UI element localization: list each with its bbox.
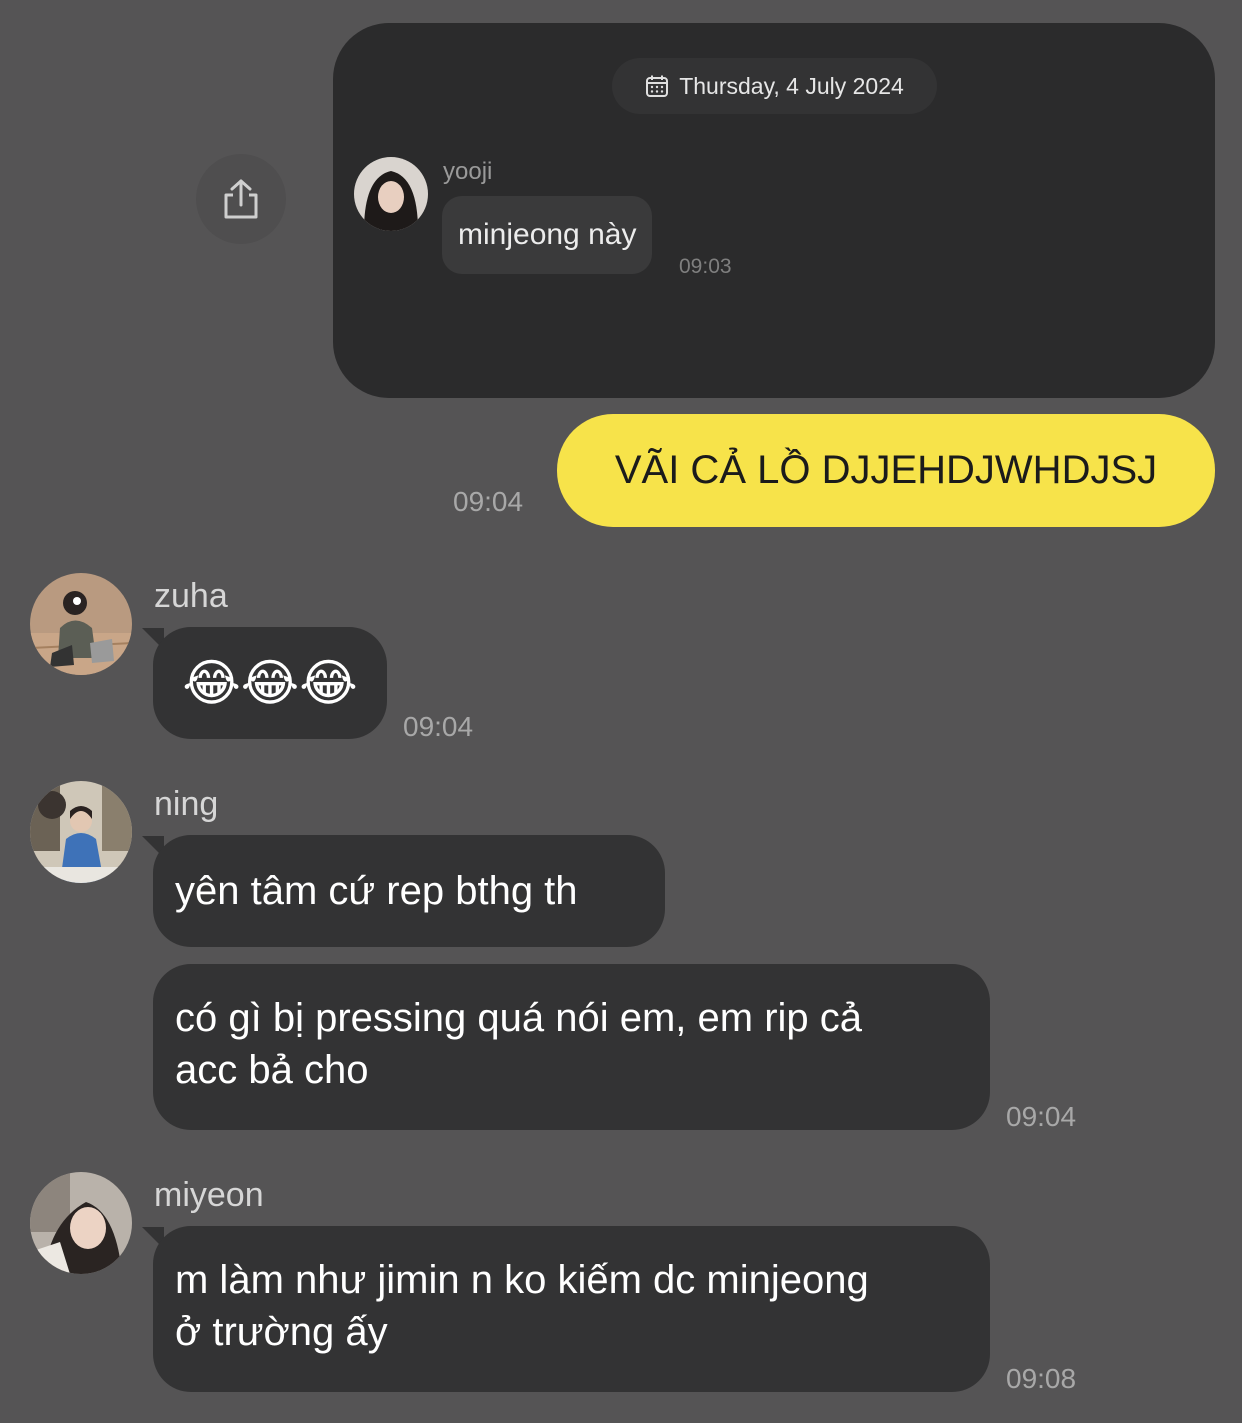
own-message-text: VÃI CẢ LỒ DJJEHDJWHDJSJ — [614, 448, 1158, 492]
share-icon — [224, 179, 258, 219]
message-text: 😂😂😂 — [182, 654, 358, 712]
message-text-line: có gì bị pressing quá nói em, em rip cả — [175, 996, 863, 1040]
forwarded-sender-name: yooji — [443, 158, 493, 185]
date-pill: Thursday, 4 July 2024 — [612, 58, 937, 114]
forwarded-message-bubble[interactable]: minjeong này — [442, 196, 653, 274]
own-message-bubble[interactable]: VÃI CẢ LỒ DJJEHDJWHDJSJ — [557, 414, 1215, 527]
forwarded-message-time: 09:03 — [679, 255, 732, 278]
avatar-zuha[interactable] — [30, 573, 132, 675]
sender-name-miyeon: miyeon — [154, 1176, 264, 1214]
avatar-ning[interactable] — [30, 781, 132, 883]
message-bubble-zuha[interactable]: 😂😂😂 — [153, 627, 387, 739]
avatar-yooji[interactable] — [354, 157, 428, 231]
message-time: 09:08 — [1006, 1363, 1077, 1394]
avatar-miyeon[interactable] — [30, 1172, 132, 1274]
message-text-line: acc bả cho — [175, 1048, 369, 1092]
message-text: yên tâm cứ rep bthg th — [175, 869, 578, 913]
message-bubble-miyeon[interactable]: m làm như jimin n ko kiếm dc minjeong ở … — [153, 1226, 990, 1392]
sender-name-zuha: zuha — [154, 577, 228, 615]
sender-name-ning: ning — [154, 785, 219, 823]
message-bubble-ning-1[interactable]: yên tâm cứ rep bthg th — [153, 835, 665, 947]
message-time: 09:04 — [403, 711, 474, 742]
share-button[interactable] — [196, 154, 286, 244]
own-message-time: 09:04 — [453, 486, 524, 517]
date-label: Thursday, 4 July 2024 — [679, 72, 904, 99]
message-bubble-ning-2[interactable]: có gì bị pressing quá nói em, em rip cả … — [153, 964, 990, 1130]
message-text-line: m làm như jimin n ko kiếm dc minjeong — [175, 1258, 869, 1302]
message-text-line: ở trường ấy — [175, 1310, 388, 1354]
message-time: 09:04 — [1006, 1101, 1077, 1132]
forwarded-message-text: minjeong này — [458, 218, 637, 251]
calendar-icon — [646, 75, 669, 97]
